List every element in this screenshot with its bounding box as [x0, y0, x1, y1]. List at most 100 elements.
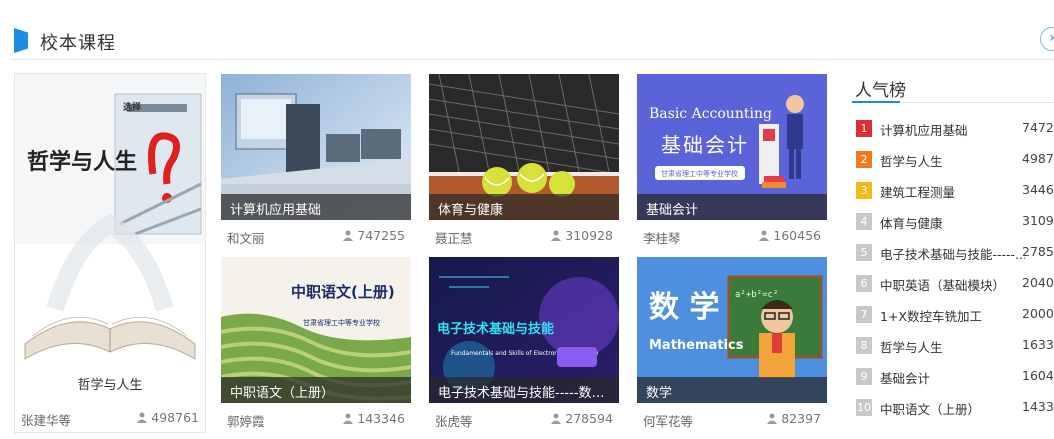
- course-card[interactable]: 电子技术基础与技能 Fundamentals and Skills of Ele…: [429, 257, 619, 432]
- rank-count: 160456: [1022, 368, 1054, 383]
- course-view-count: 82397: [766, 411, 821, 426]
- rank-course-name[interactable]: 哲学与人生: [880, 151, 1025, 170]
- ranking-item[interactable]: 9 基础会计 160456: [852, 366, 1054, 388]
- course-count-value: 498761: [151, 410, 199, 425]
- ranking-item[interactable]: 2 哲学与人生 498761: [852, 149, 1054, 171]
- user-icon: [551, 413, 562, 424]
- rank-course-name[interactable]: 计算机应用基础: [880, 120, 1025, 139]
- course-title-overlay[interactable]: 数学: [637, 377, 827, 403]
- rank-course-name[interactable]: 建筑工程测量: [880, 182, 1025, 201]
- rank-course-name[interactable]: 中职英语（基础模块）: [880, 275, 1025, 294]
- course-count-value: 310928: [565, 228, 613, 243]
- course-card[interactable]: 选择 哲学与人生 哲学与人生 张建华等 498761: [14, 73, 206, 433]
- user-icon: [137, 412, 148, 423]
- course-card[interactable]: a²+b²=c² 数 学 Mathematics 数学 何军花等 82397: [637, 257, 827, 432]
- ranking-item[interactable]: 6 中职英语（基础模块） 204063: [852, 273, 1054, 295]
- rank-count: 344647: [1022, 182, 1054, 197]
- rank-course-name[interactable]: 基础会计: [880, 368, 1025, 387]
- ranking-item[interactable]: 4 体育与健康 310928: [852, 211, 1054, 233]
- ranking-item[interactable]: 10 中职语文（上册） 143346: [852, 397, 1054, 419]
- rank-count: 200064: [1022, 306, 1054, 321]
- ranking-item[interactable]: 3 建筑工程测量 344647: [852, 180, 1054, 202]
- cover-cn-text: 中职语文(上册): [291, 283, 395, 301]
- arrow-right-icon[interactable]: ›: [1040, 27, 1054, 51]
- course-title[interactable]: 哲学与人生: [15, 374, 205, 401]
- section-divider: [10, 59, 1054, 60]
- rank-number: 5: [856, 244, 872, 261]
- course-card[interactable]: 体育与健康 聂正慧 310928: [429, 74, 619, 249]
- course-cover-image[interactable]: 中职语文(上册) 甘肃省理工中等专业学校 中职语文（上册）: [221, 257, 411, 403]
- course-cover-image[interactable]: Basic Accounting 基础会计 甘肃省理工中等专业学校 基础会计: [637, 74, 827, 220]
- user-icon: [343, 413, 354, 424]
- cover-cn-text: 数 学: [649, 290, 719, 325]
- svg-text:a²+b²=c²: a²+b²=c²: [735, 290, 778, 300]
- cover-en-text: Basic Accounting: [649, 106, 772, 122]
- course-count-value: 82397: [781, 411, 821, 426]
- course-title-overlay[interactable]: 中职语文（上册）: [221, 377, 411, 403]
- rank-count: 204063: [1022, 275, 1054, 290]
- rank-number: 6: [856, 275, 872, 292]
- rank-course-name[interactable]: 体育与健康: [880, 213, 1025, 232]
- course-teacher: 聂正慧: [435, 231, 473, 246]
- rank-number: 8: [856, 337, 872, 354]
- course-cover-image[interactable]: 计算机应用基础: [221, 74, 411, 220]
- rank-course-name[interactable]: 中职语文（上册）: [880, 399, 1025, 418]
- course-title-overlay[interactable]: 基础会计: [637, 194, 827, 220]
- popularity-ranking: 人气榜 1 计算机应用基础 747255 2 哲学与人生 498761 3 建筑…: [852, 62, 1054, 439]
- ranking-title-underline: [852, 101, 900, 103]
- user-icon: [759, 230, 770, 241]
- course-count-value: 143346: [357, 411, 405, 426]
- ranking-item[interactable]: 7 1+X数控车铣加工 200064: [852, 304, 1054, 326]
- course-view-count: 143346: [342, 411, 405, 426]
- course-count-value: 747255: [357, 228, 405, 243]
- rank-number: 3: [856, 182, 872, 199]
- section-accent-bar: [14, 28, 28, 53]
- rank-count: 163332: [1022, 337, 1054, 352]
- rank-count: 143346: [1022, 399, 1054, 414]
- rank-count: 498761: [1022, 151, 1054, 166]
- course-view-count: 310928: [550, 228, 613, 243]
- ranking-item[interactable]: 5 电子技术基础与技能-----... 278594: [852, 242, 1054, 264]
- rank-count: 278594: [1022, 244, 1054, 259]
- user-icon: [343, 230, 354, 241]
- course-count-value: 160456: [773, 228, 821, 243]
- ranking-item[interactable]: 8 哲学与人生 163332: [852, 335, 1054, 357]
- course-title-overlay[interactable]: 计算机应用基础: [221, 194, 411, 220]
- course-count-value: 278594: [565, 411, 613, 426]
- ranking-title: 人气榜: [855, 81, 906, 101]
- rank-course-name[interactable]: 哲学与人生: [880, 337, 1025, 356]
- course-cover-image[interactable]: 选择 哲学与人生: [15, 74, 205, 370]
- user-icon: [767, 413, 778, 424]
- course-view-count: 498761: [136, 410, 199, 425]
- course-title-overlay[interactable]: 电子技术基础与技能-----数字...: [429, 377, 619, 403]
- course-cover-image[interactable]: a²+b²=c² 数 学 Mathematics 数学: [637, 257, 827, 403]
- course-teacher: 和文丽: [227, 231, 265, 246]
- course-cover-image[interactable]: 体育与健康: [429, 74, 619, 220]
- section-header: 校本课程 ›: [0, 0, 1054, 62]
- rank-number: 1: [856, 120, 872, 137]
- course-teacher: 张建华等: [21, 413, 72, 428]
- cover-en-text: Mathematics: [649, 338, 744, 353]
- rank-course-name[interactable]: 1+X数控车铣加工: [880, 306, 1025, 325]
- rank-count: 747255: [1022, 120, 1054, 135]
- cover-title-text: 哲学与人生: [27, 149, 137, 175]
- cover-cn-text: 基础会计: [661, 133, 749, 157]
- ranking-item[interactable]: 1 计算机应用基础 747255: [852, 118, 1054, 140]
- course-cover-image[interactable]: 电子技术基础与技能 Fundamentals and Skills of Ele…: [429, 257, 619, 403]
- rank-course-name[interactable]: 电子技术基础与技能-----...: [880, 244, 1025, 263]
- course-teacher: 李桂琴: [643, 231, 681, 246]
- cover-school-text: 甘肃省理工中等专业学校: [661, 169, 738, 178]
- cover-school-text: 甘肃省理工中等专业学校: [303, 318, 380, 327]
- cover-cn-text: 电子技术基础与技能: [437, 321, 554, 337]
- course-view-count: 160456: [758, 228, 821, 243]
- course-card[interactable]: Basic Accounting 基础会计 甘肃省理工中等专业学校 基础会计 李…: [637, 74, 827, 249]
- course-view-count: 278594: [550, 411, 613, 426]
- user-icon: [551, 230, 562, 241]
- course-view-count: 747255: [342, 228, 405, 243]
- course-card[interactable]: 计算机应用基础 和文丽 747255: [221, 74, 411, 249]
- course-title-overlay[interactable]: 体育与健康: [429, 194, 619, 220]
- cover-sub-text: 选择: [123, 101, 142, 113]
- course-card[interactable]: 中职语文(上册) 甘肃省理工中等专业学校 中职语文（上册） 郭婷霞 143346: [221, 257, 411, 432]
- course-teacher: 郭婷霞: [227, 414, 265, 429]
- rank-number: 7: [856, 306, 872, 323]
